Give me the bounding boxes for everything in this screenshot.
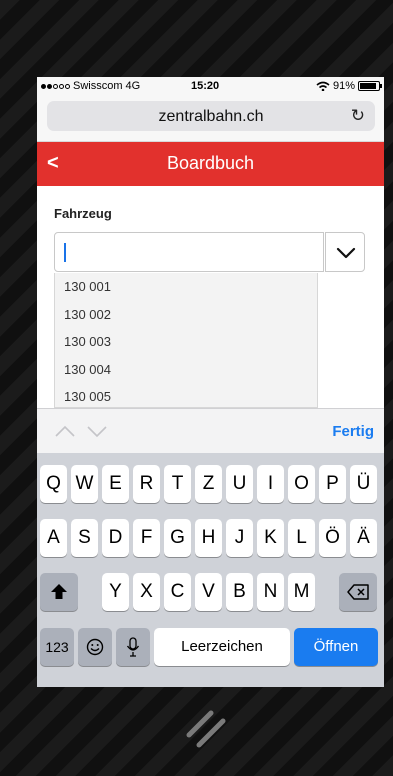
key-j[interactable]: J <box>226 519 253 557</box>
prev-next-arrows-icon[interactable] <box>54 423 114 439</box>
url-text[interactable]: zentralbahn.ch <box>47 108 375 126</box>
suggestion-item[interactable]: 130 002 <box>55 301 317 329</box>
key-t[interactable]: T <box>164 465 191 503</box>
key-d[interactable]: D <box>102 519 129 557</box>
suggestion-list: 130 001 130 002 130 003 130 004 130 005 <box>54 273 318 408</box>
numbers-key[interactable]: 123 <box>40 628 74 666</box>
carrier-name: Swisscom <box>73 80 123 92</box>
key-n[interactable]: N <box>257 573 284 611</box>
key-x[interactable]: X <box>133 573 160 611</box>
shift-icon <box>51 584 67 600</box>
emoji-icon <box>86 638 104 656</box>
key-m[interactable]: M <box>288 573 315 611</box>
fahrzeug-label: Fahrzeug <box>54 206 112 221</box>
backspace-icon <box>347 584 369 600</box>
status-time: 15:20 <box>191 80 220 92</box>
phone-screen: Swisscom 4G 15:20 91% zentralbahn.ch ↻ <… <box>37 77 384 687</box>
suggestion-item[interactable]: 130 005 <box>55 383 317 407</box>
status-left: Swisscom 4G <box>41 80 140 92</box>
battery-icon <box>358 81 382 91</box>
key-z[interactable]: Z <box>195 465 222 503</box>
key-o[interactable]: O <box>288 465 315 503</box>
key-ae[interactable]: Ä <box>350 519 377 557</box>
key-b[interactable]: B <box>226 573 253 611</box>
emoji-key[interactable] <box>78 628 112 666</box>
page-title: Boardbuch <box>166 153 255 173</box>
watermark-icon <box>186 710 226 748</box>
signal-dots-icon <box>41 83 70 89</box>
wifi-icon <box>316 81 330 91</box>
key-i[interactable]: I <box>257 465 284 503</box>
chevron-down-icon <box>336 247 356 259</box>
key-f[interactable]: F <box>133 519 160 557</box>
key-ue[interactable]: Ü <box>350 465 377 503</box>
text-caret <box>64 243 66 262</box>
keyboard: Q W E R T Z U I O P Ü A S D F G H J K L … <box>37 453 384 687</box>
space-key[interactable]: Leerzeichen <box>154 628 290 666</box>
key-k[interactable]: K <box>257 519 284 557</box>
network-type: 4G <box>125 80 141 92</box>
status-right: 91% <box>316 80 382 92</box>
key-l[interactable]: L <box>288 519 315 557</box>
key-u[interactable]: U <box>226 465 253 503</box>
microphone-icon <box>126 637 140 657</box>
delete-key[interactable] <box>339 573 377 611</box>
key-y[interactable]: Y <box>102 573 129 611</box>
done-button[interactable]: Fertig <box>332 423 374 440</box>
return-key[interactable]: Öffnen <box>294 628 378 666</box>
key-p[interactable]: P <box>319 465 346 503</box>
key-h[interactable]: H <box>195 519 222 557</box>
browser-bar: zentralbahn.ch ↻ <box>37 97 384 142</box>
key-a[interactable]: A <box>40 519 67 557</box>
battery-percent: 91% <box>332 80 355 92</box>
suggestion-item[interactable]: 130 003 <box>55 328 317 356</box>
key-g[interactable]: G <box>164 519 191 557</box>
dropdown-button[interactable] <box>325 232 365 272</box>
key-s[interactable]: S <box>71 519 98 557</box>
key-q[interactable]: Q <box>40 465 67 503</box>
address-bar[interactable]: zentralbahn.ch ↻ <box>47 101 375 131</box>
keyboard-accessory-bar: Fertig <box>37 408 384 453</box>
suggestion-item[interactable]: 130 004 <box>55 356 317 384</box>
status-bar: Swisscom 4G 15:20 91% <box>37 77 384 97</box>
key-v[interactable]: V <box>195 573 222 611</box>
app-header: < Boardbuch <box>37 142 384 186</box>
key-r[interactable]: R <box>133 465 160 503</box>
fahrzeug-input[interactable] <box>54 232 324 272</box>
shift-key[interactable] <box>40 573 78 611</box>
reload-icon[interactable]: ↻ <box>351 106 365 126</box>
key-c[interactable]: C <box>164 573 191 611</box>
key-e[interactable]: E <box>102 465 129 503</box>
microphone-key[interactable] <box>116 628 150 666</box>
suggestion-item[interactable]: 130 001 <box>55 273 317 301</box>
key-w[interactable]: W <box>71 465 98 503</box>
key-oe[interactable]: Ö <box>319 519 346 557</box>
